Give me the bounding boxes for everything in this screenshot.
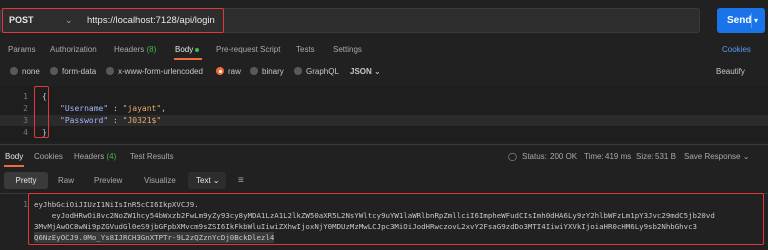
chevron-down-icon: ⌄ [374,67,381,76]
time-label: Time: [584,152,604,161]
radio-none[interactable]: none [10,66,40,78]
json-value: "J0321$" [122,116,162,125]
body-format-select[interactable]: JSON ⌄ [350,66,381,78]
view-preview-button[interactable]: Preview [94,173,122,189]
chevron-down-icon: ⌄ [742,152,750,161]
response-format-label: Text [196,176,211,185]
url-bar: POST ⌄ https://localhost:7128/api/login [0,8,700,33]
request-body-editor[interactable] [0,86,768,142]
status-label: Status: [522,152,547,161]
response-token-line-2: eyJodHRwOi8vc2NoZW1hcy54bWxzb2FwLm9yZy93… [34,211,715,220]
line-number: 3 [23,116,28,125]
tab-response-body[interactable]: Body [5,151,23,163]
radio-urlencoded[interactable]: x-www-form-urlencoded [106,66,203,78]
tab-tests[interactable]: Tests [296,44,315,56]
beautify-link[interactable]: Beautify [716,66,745,78]
tab-test-results[interactable]: Test Results [130,151,174,163]
radio-graphql[interactable]: GraphQL [294,66,339,78]
send-button[interactable]: Send ▾ [717,8,765,33]
radio-icon [50,67,58,75]
line-number: 4 [23,128,28,137]
tab-response-headers-label: Headers [74,152,105,161]
radio-form-data[interactable]: form-data [50,66,96,78]
status-value: 200 OK [550,152,578,161]
chevron-down-icon[interactable]: ▾ [754,8,758,33]
response-token-line-3: 3MvMjAwOC8wNi9pZGVudGl0eS9jbGFpbXMvcm9sZ… [34,222,697,231]
json-value: "jayant" [122,104,162,113]
radio-raw-label: raw [228,67,241,76]
tab-body[interactable]: Body [175,44,200,56]
chevron-down-icon[interactable]: ⌄ [65,9,73,32]
response-token-line-4: Q6NzEyOCJ9.0Mo_Ys8IJRCH3GnXTPTr-9L2zQZzn… [34,232,275,243]
response-format-select[interactable]: Text ⌄ [188,172,226,189]
wrap-lines-icon[interactable]: ≡ [238,173,244,189]
send-divider [751,13,752,28]
save-response-button[interactable]: Save Response ⌄ [684,151,749,163]
code-line-2: "Username" : "jayant", [60,103,166,114]
cookies-link[interactable]: Cookies [722,44,751,56]
radio-icon [106,67,114,75]
divider [0,144,768,145]
line-number: 2 [23,104,28,113]
response-token-line-1: eyJhbGciOiJIUzI1NiIsInR5cCI6IkpXVCJ9. [34,200,199,209]
line-number: 1 [23,92,28,101]
radio-none-label: none [22,67,40,76]
tab-body-label: Body [175,45,194,54]
json-comma: , [161,104,166,113]
radio-urlencoded-label: x-www-form-urlencoded [118,67,203,76]
size-label: Size: [636,152,654,161]
response-headers-count: (4) [106,152,117,161]
code-line-4: } [42,128,47,137]
json-key: "Username" [60,104,109,113]
tab-settings[interactable]: Settings [333,44,362,56]
radio-icon [10,67,18,75]
radio-graphql-label: GraphQL [306,67,339,76]
radio-raw[interactable]: raw [216,66,241,78]
body-indicator-dot [195,47,200,52]
code-line-3: "Password" : "J0321$" [60,115,161,126]
json-colon: : [108,116,123,125]
json-colon: : [108,104,123,113]
tab-response-cookies[interactable]: Cookies [34,151,63,163]
radio-form-data-label: form-data [62,67,97,76]
tab-response-headers[interactable]: Headers (4) [74,151,116,163]
headers-count: (8) [146,45,157,54]
tab-pre-request-script[interactable]: Pre-request Script [216,44,280,56]
radio-icon [294,67,302,75]
chevron-down-icon: ⌄ [212,176,220,185]
method-select[interactable]: POST [9,9,34,32]
code-line-1: { [42,92,47,101]
url-input[interactable]: https://localhost:7128/api/login [87,9,215,32]
time-value: 419 ms [605,152,632,161]
line-number: 1 [23,200,28,209]
radio-icon [250,67,258,75]
view-raw-button[interactable]: Raw [58,173,74,189]
tab-headers[interactable]: Headers (8) [114,44,156,56]
view-pretty-button[interactable]: Pretty [4,172,48,189]
size-value: 531 B [655,152,676,161]
tab-headers-label: Headers [114,45,145,54]
tab-params[interactable]: Params [8,44,36,56]
radio-binary[interactable]: binary [250,66,284,78]
radio-binary-label: binary [262,67,284,76]
send-label: Send [727,15,752,26]
json-key: "Password" [60,116,109,125]
divider [0,193,768,194]
active-tab-underline [174,58,202,60]
save-response-label: Save Response [684,152,741,161]
body-format-label: JSON [350,67,372,76]
globe-icon: ◯ [508,152,517,161]
active-tab-underline [4,165,24,167]
tab-authorization[interactable]: Authorization [50,44,97,56]
view-visualize-button[interactable]: Visualize [144,173,176,189]
radio-selected-icon [216,67,224,75]
